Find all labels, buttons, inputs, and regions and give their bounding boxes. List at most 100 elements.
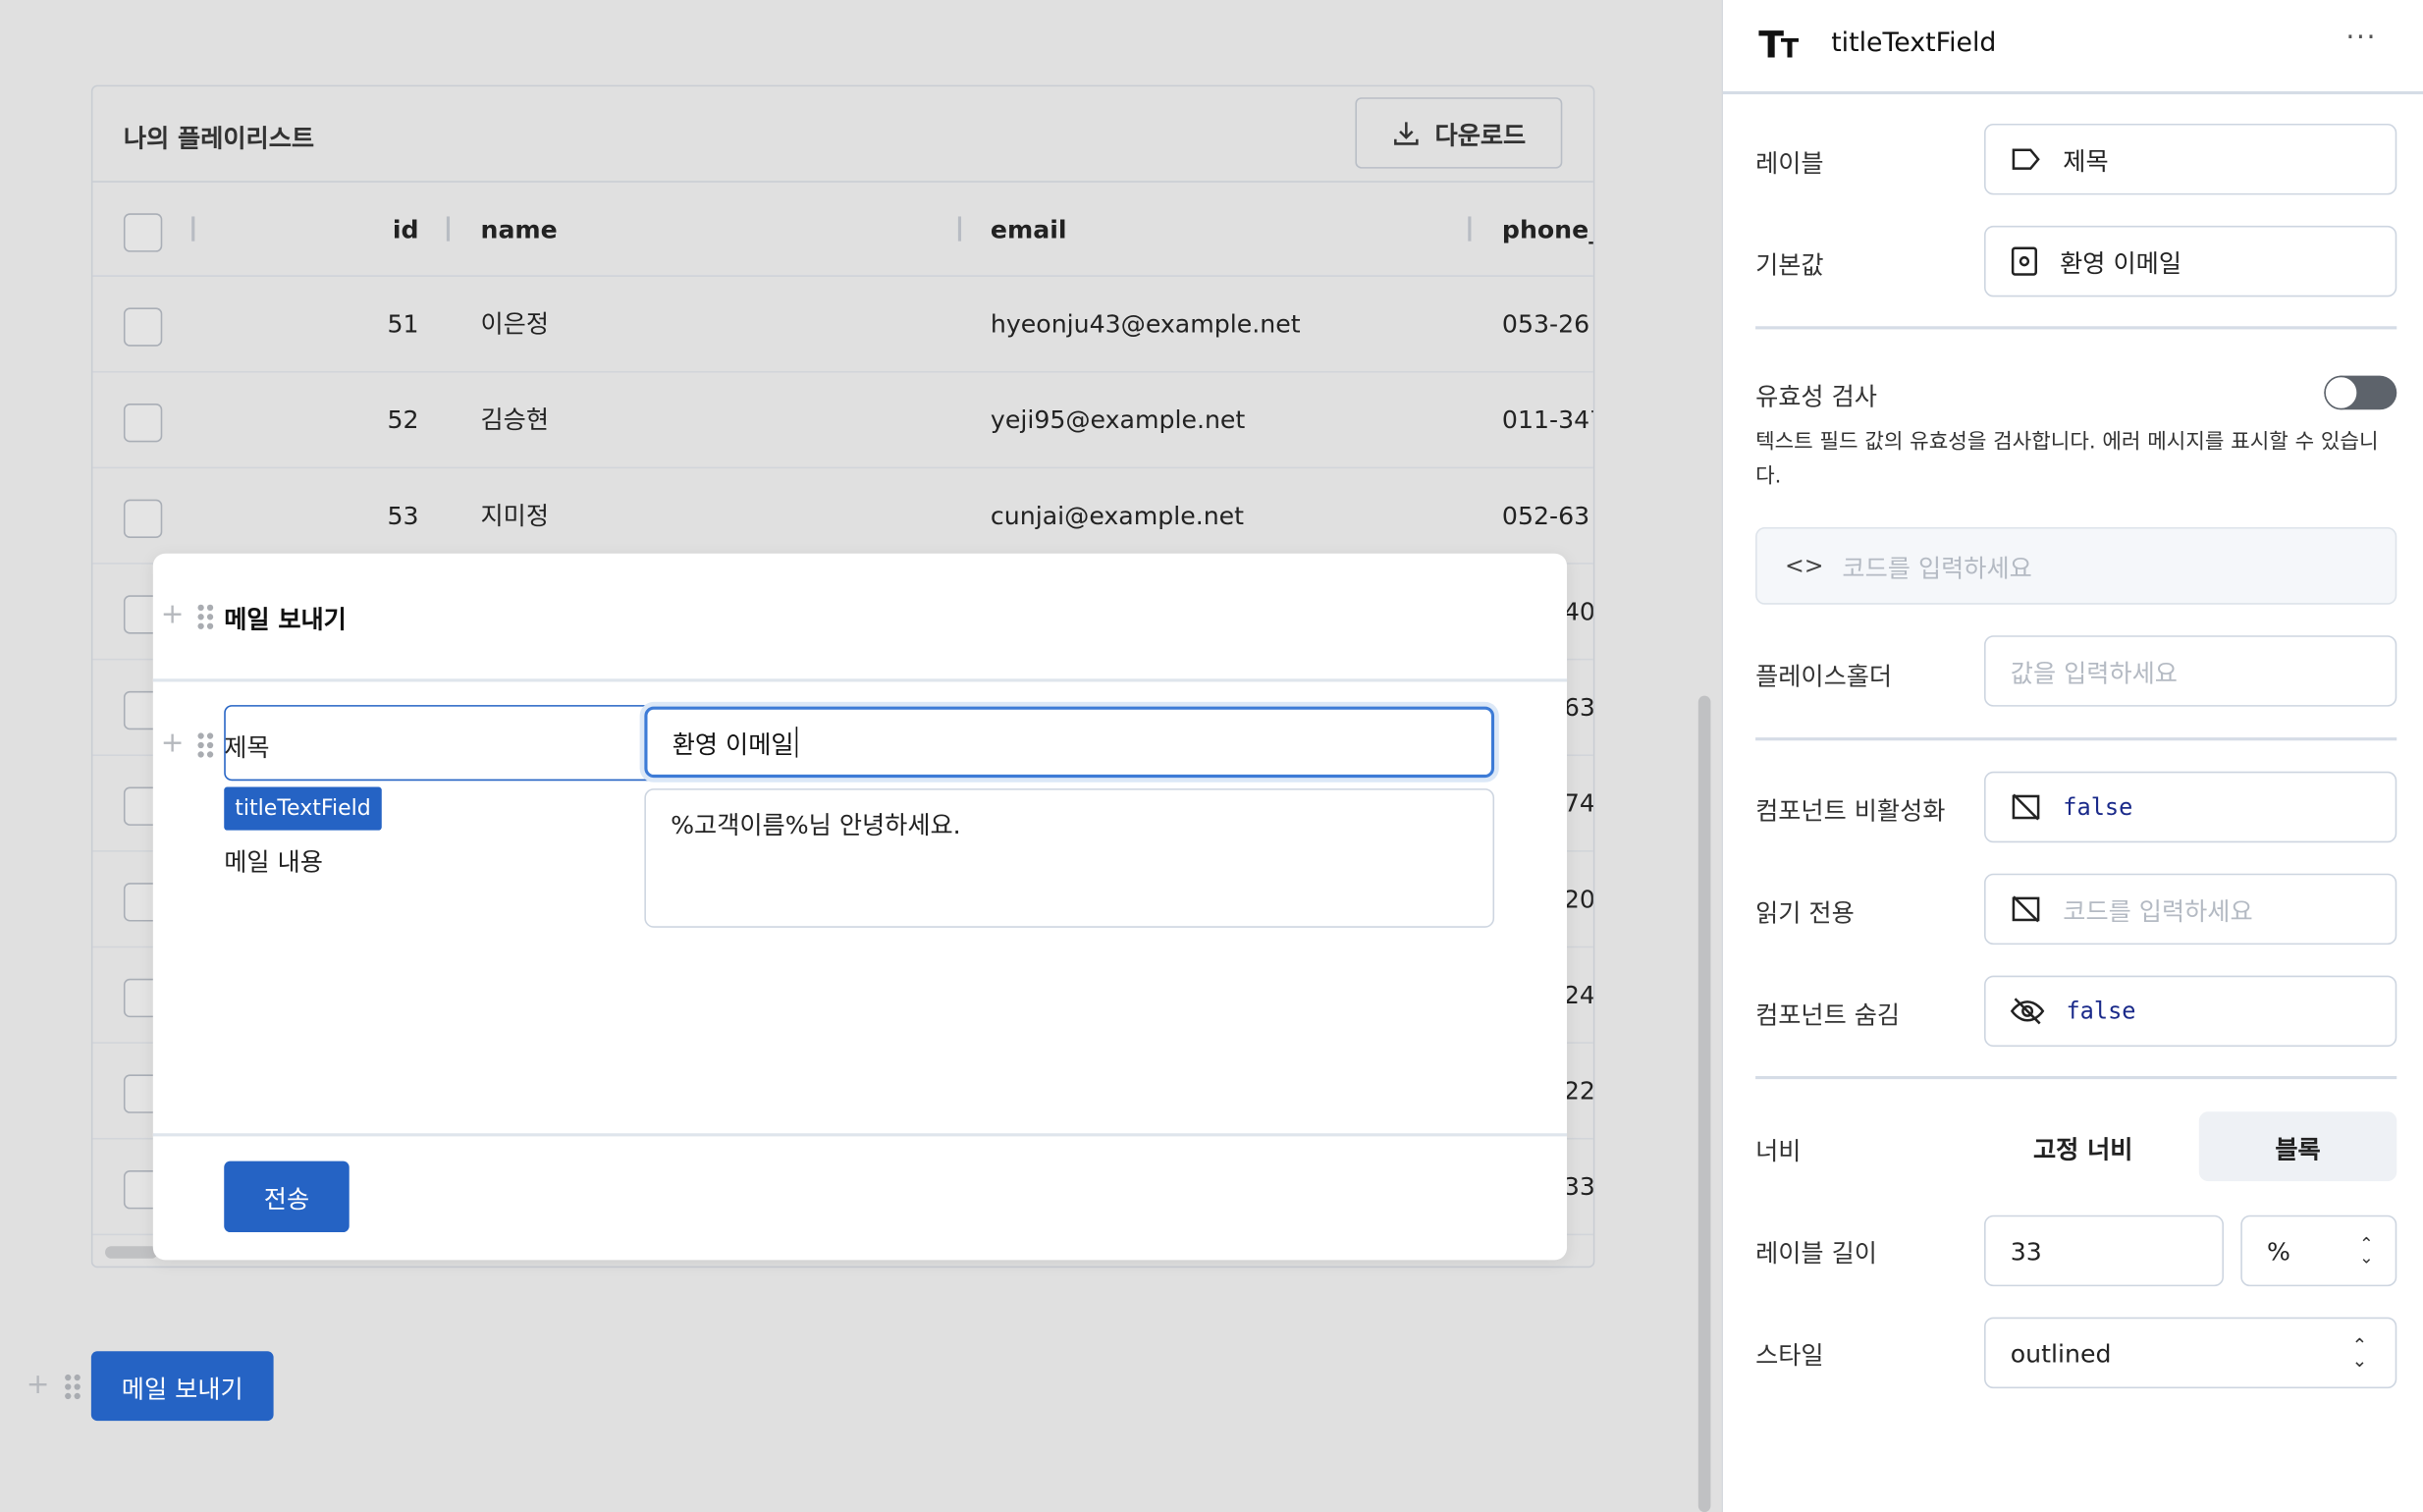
- cell-phone: 053-26: [1501, 308, 1590, 339]
- column-header-name[interactable]: name: [481, 183, 558, 279]
- label-length-input[interactable]: 33: [1984, 1215, 2224, 1287]
- text-caret: [795, 727, 797, 758]
- readonly-input[interactable]: 코드를 입력하세요: [1984, 873, 2397, 945]
- column-header-email[interactable]: email: [991, 183, 1067, 279]
- default-value-input[interactable]: 환영 이메일: [1984, 225, 2397, 297]
- table-header: id name email phone_: [92, 181, 1593, 279]
- variable-icon: [2011, 245, 2038, 276]
- modal-title: 메일 보내기: [224, 604, 347, 634]
- properties-panel: TT titleTextField ··· 레이블 제목 기본값 환영 이메일 …: [1721, 0, 2423, 1512]
- label-value: 제목: [2063, 146, 2109, 177]
- column-divider[interactable]: [446, 216, 450, 242]
- cell-name: 김승현: [480, 405, 550, 435]
- subject-input[interactable]: 환영 이메일: [644, 706, 1495, 779]
- cell-phone: 63: [1563, 692, 1595, 723]
- cell-name: 이은정: [480, 308, 550, 339]
- width-prop-label: 너비: [1755, 1136, 1802, 1166]
- divider: [1755, 1075, 2397, 1080]
- validation-code-input[interactable]: <> 코드를 입력하세요: [1755, 526, 2397, 605]
- cell-id: 52: [387, 405, 419, 435]
- column-divider[interactable]: [957, 216, 961, 242]
- placeholder-prop-label: 플레이스홀더: [1755, 661, 1893, 691]
- validation-label: 유효성 검사: [1755, 381, 1877, 411]
- disabled-icon: [2011, 893, 2041, 924]
- add-icon[interactable]: +: [161, 601, 185, 629]
- row-checkbox[interactable]: [123, 499, 163, 538]
- send-mail-button[interactable]: 메일 보내기: [90, 1351, 274, 1422]
- code-icon: <>: [1784, 552, 1824, 580]
- toggle-knob: [2324, 375, 2358, 410]
- cell-phone: 20: [1563, 884, 1595, 914]
- download-icon: [1391, 119, 1419, 146]
- default-prop-label: 기본값: [1755, 250, 1824, 281]
- cell-phone: 011-347: [1501, 405, 1593, 435]
- column-divider[interactable]: [1468, 216, 1471, 242]
- column-divider[interactable]: [191, 216, 194, 242]
- disabled-input[interactable]: false: [1984, 771, 2397, 843]
- drag-handle-icon[interactable]: [197, 732, 214, 758]
- placeholder-placeholder: 값을 입력하세요: [2010, 658, 2178, 688]
- cell-email: yeji95@example.net: [990, 405, 1246, 435]
- hidden-input[interactable]: false: [1984, 975, 2397, 1048]
- horizontal-scrollbar[interactable]: [105, 1246, 158, 1259]
- cell-phone: 74(: [1563, 788, 1595, 819]
- cell-phone: 40: [1563, 596, 1595, 626]
- cell-email: hyeonju43@example.net: [990, 308, 1301, 339]
- unit-value: %: [2267, 1235, 2290, 1266]
- row-checkbox[interactable]: [123, 403, 163, 443]
- style-value: outlined: [2010, 1337, 2112, 1368]
- disabled-value: false: [2063, 792, 2133, 822]
- cell-id: 51: [387, 308, 419, 339]
- readonly-placeholder: 코드를 입력하세요: [2063, 896, 2253, 927]
- body-textarea[interactable]: %고객이름%님 안녕하세요.: [644, 788, 1495, 928]
- subject-label: 제목: [224, 732, 270, 763]
- download-button[interactable]: 다운로드: [1355, 97, 1563, 169]
- disabled-icon: [2011, 791, 2041, 822]
- divider: [1723, 90, 2423, 94]
- placeholder-input[interactable]: 값을 입력하세요: [1984, 635, 2397, 707]
- style-select[interactable]: outlined ⌃ ⌄: [1984, 1317, 2397, 1389]
- column-header-phone[interactable]: phone_: [1502, 183, 1593, 279]
- hidden-value: false: [2066, 997, 2136, 1026]
- divider: [152, 1133, 1568, 1136]
- send-mail-modal: + 메일 보내기 + 제목 환영 이메일 titleTextField 메일 내…: [152, 553, 1568, 1261]
- label-input[interactable]: 제목: [1984, 123, 2397, 195]
- component-name: titleTextField: [1831, 27, 1997, 59]
- chevron-up-down-icon: ⌃ ⌄: [2359, 1233, 2374, 1269]
- drag-handle-icon[interactable]: [197, 604, 214, 629]
- drag-handle-icon[interactable]: [65, 1374, 81, 1400]
- add-icon[interactable]: +: [161, 729, 185, 757]
- width-option-fixed[interactable]: 고정 너비: [1984, 1111, 2181, 1181]
- cell-email: cunjai@example.net: [990, 501, 1245, 531]
- disabled-prop-label: 컴포넌트 비활성화: [1755, 795, 1946, 826]
- more-options-icon[interactable]: ···: [2345, 22, 2377, 54]
- table-row[interactable]: 51 이은정 hyeonju43@example.net 053-26: [92, 277, 1593, 373]
- readonly-prop-label: 읽기 전용: [1755, 897, 1855, 928]
- validation-toggle[interactable]: [2324, 375, 2397, 410]
- label-length-unit-select[interactable]: % ⌃ ⌄: [2240, 1215, 2397, 1287]
- table-row[interactable]: 52 김승현 yeji95@example.net 011-347: [92, 373, 1593, 469]
- cell-id: 53: [387, 501, 419, 531]
- select-all-checkbox[interactable]: [123, 213, 163, 252]
- width-option-block[interactable]: 블록: [2198, 1111, 2397, 1182]
- cell-phone: 33: [1563, 1171, 1595, 1202]
- row-checkbox[interactable]: [123, 307, 163, 347]
- download-label: 다운로드: [1434, 120, 1527, 150]
- table-title: 나의 플레이리스트: [123, 123, 315, 153]
- label-prop-label: 레이블: [1755, 148, 1824, 179]
- add-icon[interactable]: +: [27, 1371, 50, 1399]
- hidden-prop-label: 컴포넌트 숨김: [1755, 999, 1901, 1030]
- canvas-scrollbar[interactable]: [1697, 695, 1711, 1512]
- cell-phone: 22: [1563, 1075, 1595, 1106]
- validation-description: 텍스트 필드 값의 유효성을 검사합니다. 에러 메시지를 표시할 수 있습니다…: [1755, 429, 2379, 489]
- default-value: 환영 이메일: [2060, 248, 2181, 279]
- column-header-id[interactable]: id: [393, 183, 419, 279]
- divider: [152, 678, 1568, 681]
- table-row[interactable]: 53 지미정 cunjai@example.net 052-63: [92, 468, 1593, 565]
- cell-phone: 24: [1563, 980, 1595, 1010]
- style-prop-label: 스타일: [1755, 1340, 1824, 1371]
- submit-button[interactable]: 전송: [224, 1161, 350, 1233]
- divider: [1755, 737, 2397, 741]
- body-label: 메일 내용: [224, 846, 323, 877]
- cell-name: 지미정: [480, 501, 550, 531]
